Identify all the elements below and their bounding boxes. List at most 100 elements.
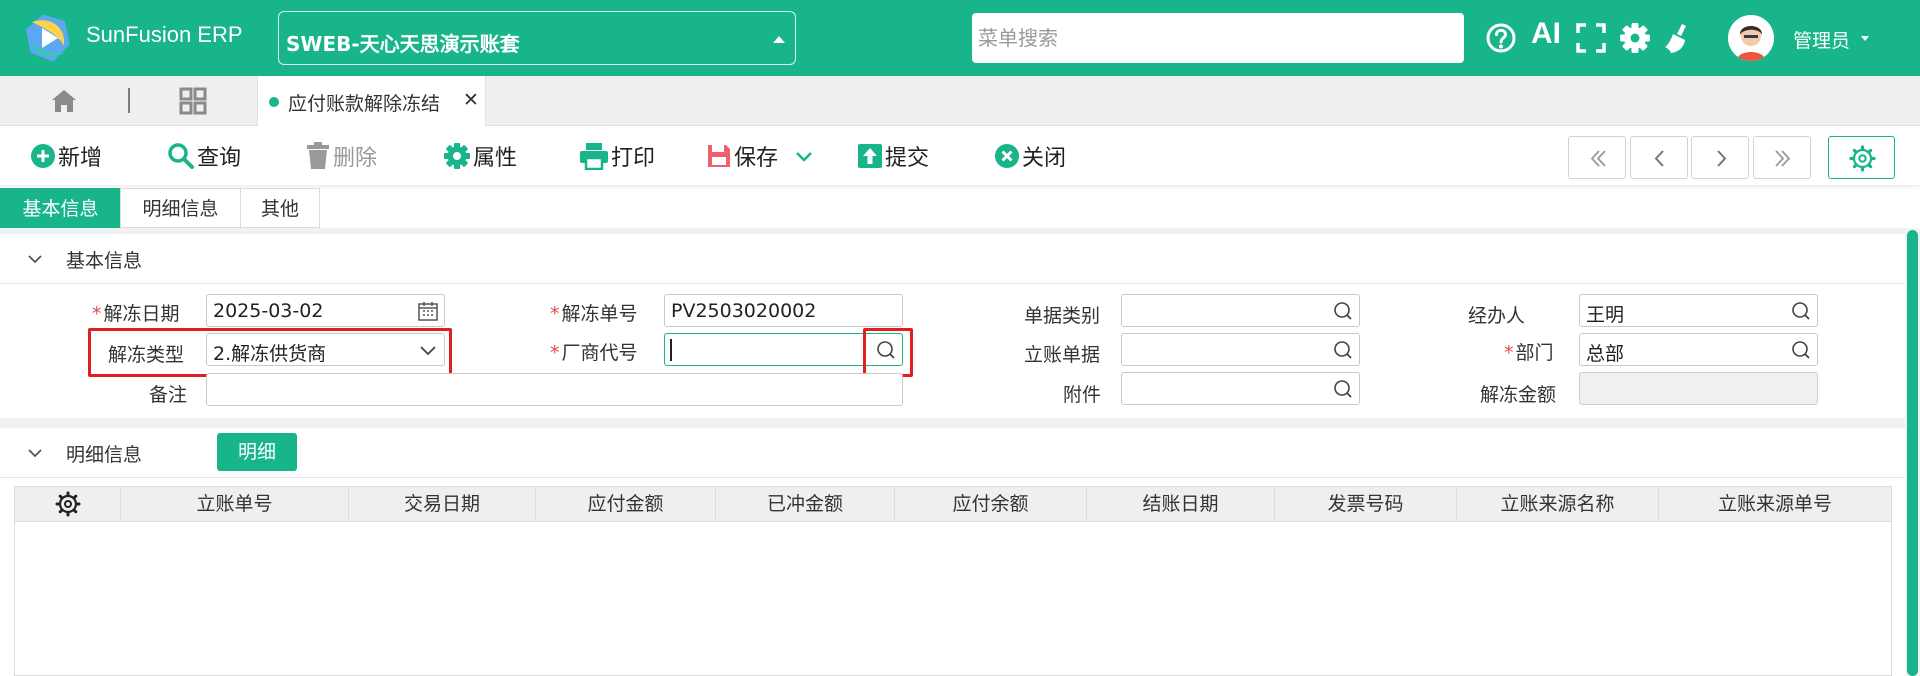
scrollbar-thumb[interactable] [1907,230,1918,676]
detail-button[interactable]: 明细 [217,433,297,471]
query-button-label: 查询 [197,146,242,171]
last-record-button[interactable] [1753,136,1811,179]
required-mark: * [550,303,560,325]
print-button-label: 打印 [611,146,656,171]
column-header[interactable]: 立账单号 [121,487,349,522]
doc-type-field[interactable] [1121,294,1360,327]
avatar[interactable] [1728,15,1774,61]
query-button[interactable]: 查询 [167,141,241,171]
username[interactable]: 管理员 [1793,26,1850,53]
fullscreen-icon[interactable] [1574,20,1608,56]
next-record-button[interactable] [1691,136,1749,179]
chevron-down-icon [28,449,42,458]
text-cursor [670,339,672,361]
page-settings-button[interactable] [1828,136,1895,179]
tab-strip: 应付账款解除冻结 ✕ [0,76,1920,126]
account-doc-label: 立账单据 [1024,344,1101,366]
required-mark: * [1504,342,1514,364]
properties-button[interactable]: 属性 [443,141,517,171]
dept-value: 总部 [1586,343,1625,365]
tab-detail-info[interactable]: 明细信息 [120,188,241,228]
clear-cache-broom-icon[interactable] [1662,20,1696,56]
dept-label-text: 部门 [1515,342,1554,364]
add-button[interactable]: 新增 [30,141,102,171]
chevron-down-icon [28,255,42,264]
delete-button-label: 删除 [333,146,378,171]
toolbar: 新增 查询 删除 属性 打印 保存 提交 关闭 [0,126,1920,185]
column-header[interactable]: 发票号码 [1275,487,1457,522]
close-button-label: 关闭 [1022,146,1067,171]
tab-divider [128,88,130,113]
add-button-label: 新增 [58,146,103,171]
column-header[interactable]: 已冲金额 [716,487,895,522]
remark-label: 备注 [149,384,188,406]
column-header[interactable]: 应付金额 [536,487,716,522]
doc-type-label: 单据类别 [1024,305,1101,327]
first-record-button[interactable] [1568,136,1626,179]
submit-button[interactable]: 提交 [857,141,929,171]
search-icon[interactable] [1790,339,1812,361]
previous-record-button[interactable] [1630,136,1688,179]
floppy-disk-icon [708,145,730,167]
account-select[interactable]: SWEB-天心天思演示账套 [278,11,796,65]
save-options-chevron-icon[interactable] [795,141,815,171]
unfreeze-date-value: 2025-03-02 [213,300,324,322]
search-icon[interactable] [1790,300,1812,322]
print-button[interactable]: 打印 [579,141,655,171]
tab-basic-info[interactable]: 基本信息 [0,188,121,228]
search-icon[interactable] [1332,339,1354,361]
detail-info-title: 明细信息 [66,444,143,466]
apps-grid-icon[interactable] [179,87,207,115]
account-doc-field[interactable] [1121,333,1360,366]
app-name: SunFusion ERP [86,22,243,47]
search-icon[interactable] [1332,300,1354,322]
dept-field[interactable]: 总部 [1579,333,1818,366]
tab-unfreeze-payable[interactable]: 应付账款解除冻结 ✕ [257,76,486,126]
close-button[interactable]: 关闭 [994,141,1066,171]
column-header[interactable]: 交易日期 [349,487,536,522]
delete-button[interactable]: 删除 [305,141,377,171]
trash-icon [307,142,329,169]
save-button[interactable]: 保存 [706,141,778,171]
gear-icon[interactable] [1618,20,1652,56]
close-circle-icon [995,144,1019,168]
detail-grid: 立账单号 交易日期 应付金额 已冲金额 应付余额 结账日期 发票号码 立账来源名… [14,486,1892,676]
tab-other[interactable]: 其他 [240,188,320,228]
help-icon[interactable] [1484,20,1518,56]
vendor-code-label-text: 厂商代号 [561,342,638,364]
close-tab-icon[interactable]: ✕ [463,89,479,111]
required-mark: * [550,342,560,364]
unfreeze-no-field[interactable]: PV2503020002 [664,294,903,327]
menu-search-input[interactable] [972,13,1464,63]
sunfusion-logo-icon [22,12,74,64]
basic-info-header[interactable]: 基本信息 [0,234,1905,284]
grid-header: 立账单号 交易日期 应付金额 已冲金额 应付余额 结账日期 发票号码 立账来源名… [15,487,1891,522]
column-header[interactable]: 立账来源名称 [1457,487,1659,522]
unfreeze-no-value: PV2503020002 [671,300,817,322]
calendar-icon[interactable] [417,300,439,322]
basic-info-title: 基本信息 [66,250,143,272]
attachment-field[interactable] [1121,372,1360,405]
user-menu-caret-icon[interactable] [1861,36,1869,41]
attachment-label: 附件 [1063,384,1102,406]
handler-field[interactable]: 王明 [1579,294,1818,327]
search-icon[interactable] [1332,378,1354,400]
app-root: SunFusion ERP SWEB-天心天思演示账套 AI [0,0,1920,676]
active-dot-icon [269,97,279,107]
unfreeze-no-label: * 解冻单号 [550,299,638,326]
unfreeze-date-field[interactable]: 2025-03-02 [206,294,445,327]
upload-icon [858,144,882,168]
home-icon[interactable] [50,88,78,114]
grid-settings-icon[interactable] [15,487,121,522]
printer-icon [580,143,608,170]
column-header[interactable]: 立账来源单号 [1659,487,1891,522]
remark-input[interactable] [206,373,903,406]
ai-assistant-button[interactable]: AI [1531,17,1561,51]
account-select-value: SWEB-天心天思演示账套 [286,32,520,56]
column-header[interactable]: 应付余额 [895,487,1087,522]
handler-label: 经办人 [1468,305,1526,327]
tab-label: 应付账款解除冻结 [288,93,441,115]
unfreeze-no-label-text: 解冻单号 [561,303,638,325]
search-icon [168,143,194,169]
column-header[interactable]: 结账日期 [1087,487,1275,522]
